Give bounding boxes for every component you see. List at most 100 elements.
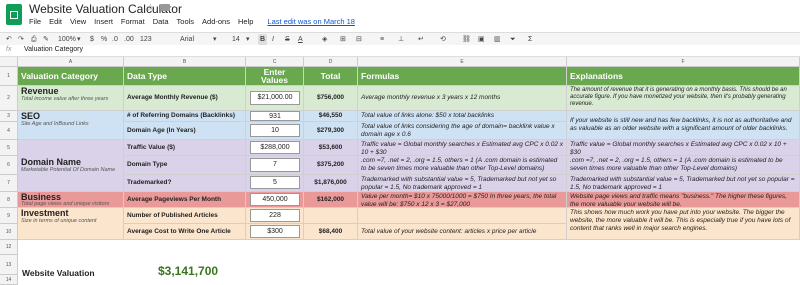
total-articles-empty[interactable]	[304, 208, 358, 224]
total-backlinks[interactable]: $46,550	[304, 111, 358, 122]
header-explanations[interactable]: Explanations	[567, 67, 800, 86]
type-monthly-revenue[interactable]: Average Monthly Revenue ($)	[124, 86, 246, 111]
row-header-9[interactable]: 9	[0, 208, 18, 224]
borders-icon[interactable]: ⊞	[340, 34, 346, 45]
menu-addons[interactable]: Add-ons	[202, 17, 230, 26]
value-cell-backlinks[interactable]: 931	[246, 111, 304, 122]
formula-domain-age[interactable]: Total value of links considering the age…	[358, 122, 567, 140]
input-domain-age[interactable]: 10	[250, 124, 300, 137]
row-header-5[interactable]: 5	[0, 140, 18, 156]
italic-button[interactable]: I	[272, 34, 274, 45]
redo-icon[interactable]: ↷	[18, 34, 24, 45]
type-article-cost[interactable]: Average Cost to Write One Article	[124, 224, 246, 240]
col-header-a[interactable]: A	[18, 57, 124, 67]
corner-select-all[interactable]	[0, 57, 18, 67]
folder-icon[interactable]	[160, 4, 170, 11]
zoom-dropdown-icon[interactable]: ▾	[77, 34, 81, 45]
font-size-dropdown-icon[interactable]: ▾	[246, 34, 250, 45]
explanation-seo[interactable]: If your website is still new and has few…	[567, 111, 800, 140]
filter-icon[interactable]: ⏷	[510, 34, 516, 45]
menu-file[interactable]: File	[29, 17, 41, 26]
increase-decimal-button[interactable]: .00	[124, 34, 134, 45]
header-enter-values[interactable]: Enter Values	[246, 67, 304, 86]
value-cell-domain-type[interactable]: 7	[246, 156, 304, 175]
type-trademarked[interactable]: Trademarked?	[124, 175, 246, 192]
font-select[interactable]: Arial	[180, 34, 194, 45]
row-header-2[interactable]: 2	[0, 86, 18, 111]
menu-edit[interactable]: Edit	[49, 17, 62, 26]
row-header-14[interactable]: 14	[0, 275, 18, 285]
menu-view[interactable]: View	[70, 17, 86, 26]
percent-button[interactable]: %	[101, 34, 107, 45]
total-article-cost[interactable]: $68,400	[304, 224, 358, 240]
explanation-domain-type[interactable]: .com =7, .net = 2, .org = 1.5, others = …	[567, 156, 800, 175]
menu-data[interactable]: Data	[153, 17, 169, 26]
row-header-1[interactable]: 1	[0, 67, 18, 86]
value-cell-trademarked[interactable]: 5	[246, 175, 304, 192]
explanation-investment[interactable]: This shows how much work you have put in…	[567, 208, 800, 240]
chart-icon[interactable]: ▥	[494, 34, 501, 45]
input-backlinks[interactable]: 931	[250, 111, 300, 121]
input-article-cost[interactable]: $300	[250, 225, 300, 238]
menu-tools[interactable]: Tools	[177, 17, 195, 26]
total-pageviews[interactable]: $162,000	[304, 192, 358, 208]
formula-articles-empty[interactable]	[358, 208, 567, 224]
col-header-e[interactable]: E	[358, 57, 567, 67]
website-valuation-value[interactable]: $3,141,700	[158, 264, 218, 278]
input-traffic-value[interactable]: $288,000	[250, 141, 300, 154]
explanation-traffic[interactable]: Traffic value = Global monthly searches …	[567, 140, 800, 156]
row-header-4[interactable]: 4	[0, 122, 18, 140]
row-header-10[interactable]: 10	[0, 224, 18, 240]
print-icon[interactable]: ⎙	[31, 34, 37, 45]
col-header-c[interactable]: C	[246, 57, 304, 67]
star-icon[interactable]: ☆	[146, 3, 155, 14]
text-color-button[interactable]: A	[298, 34, 303, 45]
explanation-business[interactable]: Website page views and traffic means "bu…	[567, 192, 800, 208]
fill-color-icon[interactable]: ◈	[322, 34, 327, 45]
type-domain-type[interactable]: Domain Type	[124, 156, 246, 175]
bold-button[interactable]: B	[258, 34, 268, 45]
valign-icon[interactable]: ⊥	[398, 34, 404, 45]
explanation-trademark[interactable]: Trademarked with substantial value = 5, …	[567, 175, 800, 192]
formula-revenue[interactable]: Average monthly revenue x 3 years x 12 m…	[358, 86, 567, 111]
value-cell-domain-age[interactable]: 10	[246, 122, 304, 140]
formula-article-cost[interactable]: Total value of your website content: art…	[358, 224, 567, 240]
header-total[interactable]: Total	[304, 67, 358, 86]
paint-format-icon[interactable]: ✎	[43, 34, 49, 45]
category-seo[interactable]: SEO Site Age and InBound Links	[18, 111, 124, 140]
currency-button[interactable]: $	[90, 34, 94, 45]
category-business[interactable]: Business Total page views and unique vis…	[18, 192, 124, 208]
functions-icon[interactable]: Σ	[528, 34, 532, 45]
link-icon[interactable]: ⛓	[462, 34, 471, 45]
value-cell-article-cost[interactable]: $300	[246, 224, 304, 240]
sheets-logo-icon[interactable]	[6, 4, 22, 25]
comment-icon[interactable]: ▣	[478, 34, 485, 45]
decrease-decimal-button[interactable]: .0	[112, 34, 118, 45]
font-size-select[interactable]: 14	[232, 34, 240, 45]
menu-help[interactable]: Help	[238, 17, 253, 26]
formula-input[interactable]: Valuation Category	[24, 46, 83, 53]
formula-backlinks[interactable]: Total value of links alone: $50 x total …	[358, 111, 567, 122]
website-valuation-label[interactable]: Website Valuation	[22, 268, 95, 278]
category-revenue[interactable]: Revenue Total income value after three y…	[18, 86, 124, 111]
input-monthly-revenue[interactable]: $21,000.00	[250, 91, 300, 105]
menu-insert[interactable]: Insert	[94, 17, 113, 26]
wrap-icon[interactable]: ↵	[418, 34, 424, 45]
zoom-select[interactable]: 100%	[58, 34, 76, 45]
input-articles[interactable]: 228	[250, 209, 300, 222]
row-header-6[interactable]: 6	[0, 156, 18, 175]
formula-trademarked[interactable]: Trademarked with substantial value = 5, …	[358, 175, 567, 192]
formula-pageviews[interactable]: Value per month= $10 x 75000/1000 = $750…	[358, 192, 567, 208]
row-header-13[interactable]: 13	[0, 255, 18, 275]
strikethrough-button[interactable]: S	[285, 34, 290, 45]
merge-cells-icon[interactable]: ⊟	[356, 34, 362, 45]
value-cell-pageviews[interactable]: 450,000	[246, 192, 304, 208]
align-icon[interactable]: ≡	[380, 34, 384, 45]
total-traffic-value[interactable]: $53,600	[304, 140, 358, 156]
font-dropdown-icon[interactable]: ▾	[213, 34, 217, 45]
undo-icon[interactable]: ↶	[6, 34, 12, 45]
col-header-b[interactable]: B	[124, 57, 246, 67]
value-cell-traffic[interactable]: $288,000	[246, 140, 304, 156]
more-formats-button[interactable]: 123	[140, 34, 152, 45]
row-header-3[interactable]: 3	[0, 111, 18, 122]
